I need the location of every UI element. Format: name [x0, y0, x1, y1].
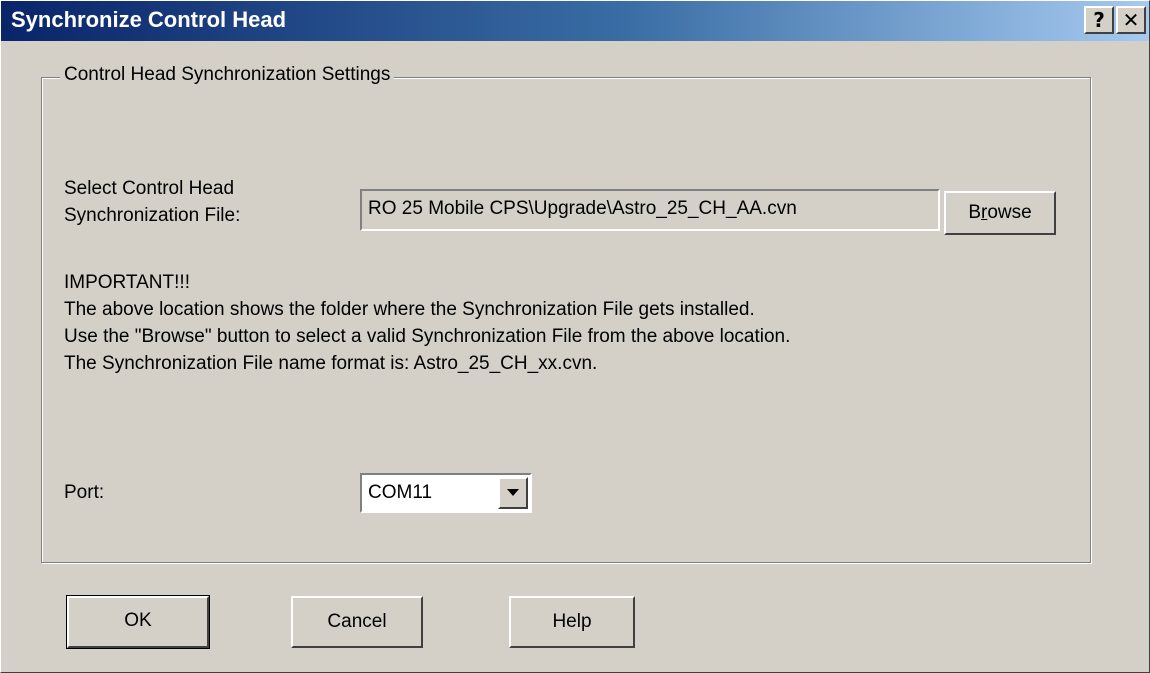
browse-label-start: B	[968, 202, 981, 223]
sync-file-label: Select Control Head Synchronization File…	[64, 178, 241, 226]
window-title: Synchronize Control Head	[11, 7, 287, 32]
notice-line-2: Use the "Browse" button to select a vali…	[64, 326, 791, 347]
port-selected-value: COM11	[368, 482, 433, 503]
notice-heading: IMPORTANT!!!	[64, 272, 190, 293]
help-button[interactable]: Help	[509, 596, 635, 648]
groupbox-legend: Control Head Synchronization Settings	[60, 64, 395, 86]
close-icon[interactable]: ✕	[1116, 6, 1146, 34]
ok-button[interactable]: OK	[66, 595, 210, 649]
important-notice: IMPORTANT!!! The above location shows th…	[64, 269, 1064, 377]
notice-line-1: The above location shows the folder wher…	[64, 299, 755, 320]
browse-label-end: owse	[987, 202, 1032, 223]
dropdown-arrow-button[interactable]	[498, 477, 528, 509]
browse-button[interactable]: Browse	[944, 191, 1056, 235]
cancel-button[interactable]: Cancel	[291, 596, 423, 648]
help-icon[interactable]: ?	[1084, 6, 1114, 34]
title-bar[interactable]: Synchronize Control Head ? ✕	[1, 1, 1149, 41]
dialog-window: Synchronize Control Head ? ✕ Control Hea…	[0, 0, 1150, 673]
chevron-down-icon	[507, 489, 519, 496]
port-label: Port:	[64, 482, 105, 503]
sync-file-path-field[interactable]: RO 25 Mobile CPS\Upgrade\Astro_25_CH_AA.…	[360, 189, 940, 231]
notice-line-3: The Synchronization File name format is:…	[64, 353, 598, 374]
port-dropdown[interactable]: COM11	[360, 473, 532, 513]
